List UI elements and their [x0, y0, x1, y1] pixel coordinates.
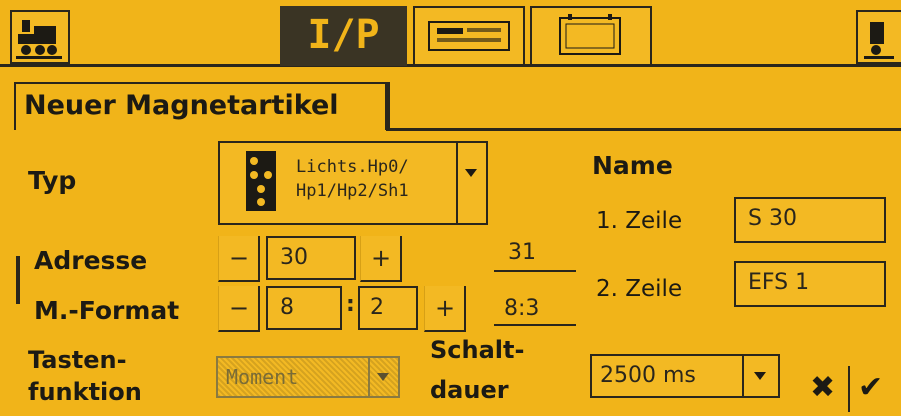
format-separator: :: [346, 292, 355, 317]
ok-icon: ✔: [858, 370, 884, 405]
top-toolbar: I/P: [0, 0, 901, 70]
adresse-increment-button[interactable]: +: [360, 236, 402, 282]
locomotive-button[interactable]: [10, 10, 70, 64]
schaltdauer-value: 2500 ms: [600, 363, 696, 388]
tab-memory[interactable]: [530, 6, 652, 66]
name-row1-value: S 30: [748, 206, 797, 231]
adresse-result: 31: [508, 240, 536, 265]
title-tab-shadow: [386, 82, 390, 130]
format-value-1: 8: [280, 295, 294, 320]
format-result: 8:3: [504, 296, 540, 321]
locomotive-right-icon: [864, 22, 894, 59]
format-plus-label: +: [434, 294, 456, 322]
chevron-down-icon: [754, 372, 766, 380]
keyboard-icon: [428, 21, 510, 51]
tab-ip-label: I/P: [307, 12, 380, 58]
format-input-2[interactable]: 2: [358, 286, 418, 330]
schaltdauer-dropdown-button[interactable]: [742, 356, 778, 396]
signal-icon: [246, 151, 276, 211]
chevron-down-icon: [377, 373, 389, 381]
tastenfunktion-value: Moment: [226, 365, 299, 389]
chevron-down-icon: [465, 169, 477, 177]
title-underline: [386, 128, 901, 131]
tastenfunktion-dropdown-button[interactable]: [368, 358, 398, 396]
memory-board-icon: [559, 14, 621, 55]
minus-label: −: [228, 244, 250, 272]
schaltdauer-label-line2: dauer: [430, 376, 509, 404]
page-title: Neuer Magnetartikel: [24, 90, 339, 121]
typ-label: Typ: [28, 166, 77, 195]
tastenfunktion-label-line1: Tasten-: [28, 346, 127, 374]
group-bracket: [16, 256, 20, 304]
name-row1-label: 1. Zeile: [596, 208, 683, 234]
tab-ip[interactable]: I/P: [280, 6, 407, 66]
name-row2-label: 2. Zeile: [596, 276, 683, 302]
name-row1-field[interactable]: S 30: [734, 197, 886, 243]
typ-dropdown-button[interactable]: [456, 143, 486, 223]
adresse-result-underline: [494, 270, 576, 272]
locomotive-right-button[interactable]: [856, 10, 901, 64]
name-label: Name: [592, 151, 673, 180]
format-result-underline: [494, 324, 576, 326]
adresse-label: Adresse: [34, 246, 148, 275]
format-label: M.-Format: [34, 296, 180, 325]
format-minus-label: −: [228, 294, 250, 322]
locomotive-icon: [16, 20, 62, 59]
tab-keyboard[interactable]: [413, 6, 525, 66]
format-increment-button[interactable]: +: [424, 286, 466, 332]
typ-value-line2: Hp1/Hp2/Sh1: [296, 181, 409, 201]
typ-value-line1: Lichts.Hp0/: [296, 157, 409, 177]
adresse-value: 30: [280, 245, 308, 270]
name-row2-field[interactable]: EFS 1: [734, 261, 886, 307]
schaltdauer-select[interactable]: 2500 ms: [590, 354, 780, 398]
format-input-1[interactable]: 8: [266, 286, 342, 330]
adresse-decrement-button[interactable]: −: [218, 236, 260, 282]
name-row2-value: EFS 1: [748, 270, 810, 295]
format-value-2: 2: [370, 295, 384, 320]
cancel-icon: ✖: [810, 370, 836, 405]
ok-button[interactable]: ✔: [852, 366, 898, 412]
tastenfunktion-label-line2: funktion: [28, 378, 142, 406]
typ-select[interactable]: Lichts.Hp0/ Hp1/Hp2/Sh1: [218, 141, 488, 225]
adresse-input[interactable]: 30: [266, 236, 356, 280]
plus-label: +: [370, 244, 392, 272]
cancel-button[interactable]: ✖: [806, 366, 850, 412]
format-decrement-button[interactable]: −: [218, 286, 260, 332]
tastenfunktion-select[interactable]: Moment: [216, 356, 400, 398]
schaltdauer-label-line1: Schalt-: [430, 336, 525, 364]
